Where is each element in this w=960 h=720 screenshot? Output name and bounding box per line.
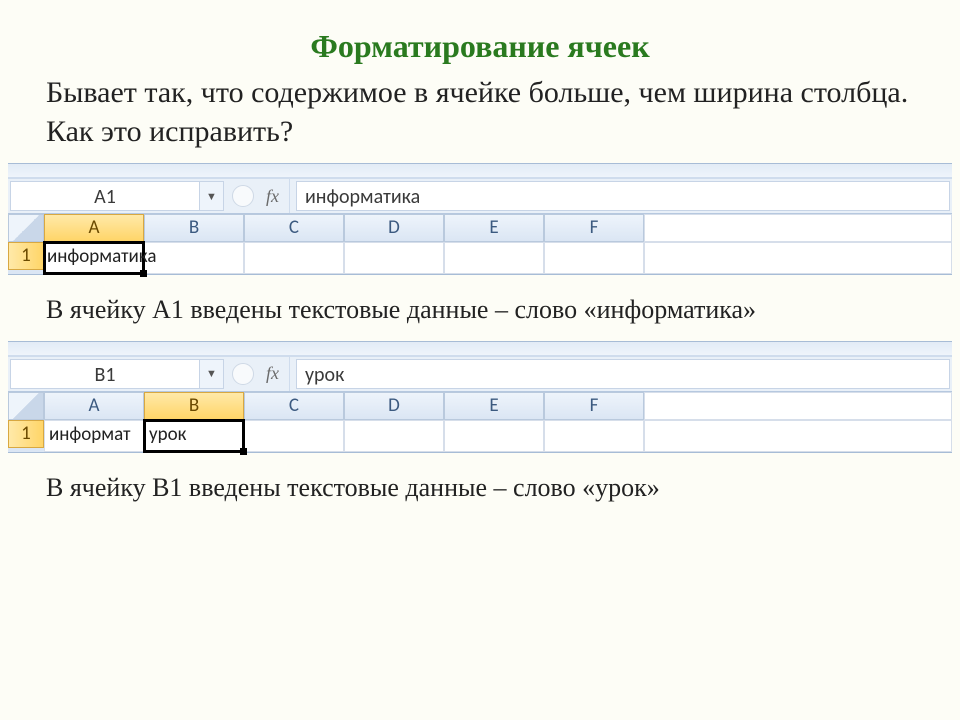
chevron-down-icon[interactable]: ▼ [200,359,224,389]
column-header-f[interactable]: F [544,392,644,420]
excel-screenshot-2: B1 ▼ fx урок A B C D E F 1 информат урок [8,341,952,453]
ribbon-sliver [8,164,952,178]
cell-c1[interactable] [244,420,344,452]
cell-c1[interactable] [244,242,344,274]
cell-f1[interactable] [544,420,644,452]
cell-f1[interactable] [544,242,644,274]
formula-bar: B1 ▼ fx урок [8,356,952,392]
formula-input[interactable]: урок [296,359,950,389]
column-header-d[interactable]: D [344,392,444,420]
select-all-corner[interactable] [8,392,44,420]
column-header-overflow [644,392,952,420]
cell-d1[interactable] [344,420,444,452]
cancel-icon[interactable] [232,363,254,385]
name-box[interactable]: B1 [10,359,200,389]
fx-icon[interactable]: fx [262,179,290,213]
cell-b1[interactable]: урок [144,420,244,452]
formula-input[interactable]: информатика [296,181,950,211]
column-header-f[interactable]: F [544,214,644,242]
cell-b1[interactable] [144,242,244,274]
column-header-b[interactable]: B [144,392,244,420]
excel-screenshot-1: A1 ▼ fx информатика A B C D E F 1 информ… [8,163,952,275]
cell-e1[interactable] [444,420,544,452]
formula-bar: A1 ▼ fx информатика [8,178,952,214]
grid: A B C D E F 1 информатика [8,214,952,274]
column-header-a[interactable]: A [44,214,144,242]
column-header-overflow [644,214,952,242]
column-header-b[interactable]: B [144,214,244,242]
cell-a1[interactable]: информатика [44,242,144,274]
row-header-1[interactable]: 1 [8,420,44,448]
column-header-a[interactable]: A [44,392,144,420]
intro-text: Бывает так, что содержимое в ячейке боль… [0,65,960,163]
column-header-d[interactable]: D [344,214,444,242]
column-header-e[interactable]: E [444,214,544,242]
caption-2: В ячейку В1 введены текстовые данные – с… [0,453,960,519]
grid: A B C D E F 1 информат урок [8,392,952,452]
column-header-c[interactable]: C [244,392,344,420]
row-header-1[interactable]: 1 [8,242,44,270]
cell-e1[interactable] [444,242,544,274]
chevron-down-icon[interactable]: ▼ [200,181,224,211]
cell-overflow [644,242,952,274]
cancel-icon[interactable] [232,185,254,207]
name-box[interactable]: A1 [10,181,200,211]
cell-b1-value: урок [149,423,186,446]
column-header-e[interactable]: E [444,392,544,420]
page-title: Форматирование ячеек [0,0,960,65]
cell-d1[interactable] [344,242,444,274]
cell-a1-value: информатика [47,243,156,271]
fx-icon[interactable]: fx [262,357,290,391]
caption-1: В ячейку А1 введены текстовые данные – с… [0,275,960,341]
cell-a1[interactable]: информат [44,420,144,452]
cell-a1-value: информат [49,423,131,446]
cell-overflow [644,420,952,452]
column-header-c[interactable]: C [244,214,344,242]
ribbon-sliver [8,342,952,356]
select-all-corner[interactable] [8,214,44,242]
